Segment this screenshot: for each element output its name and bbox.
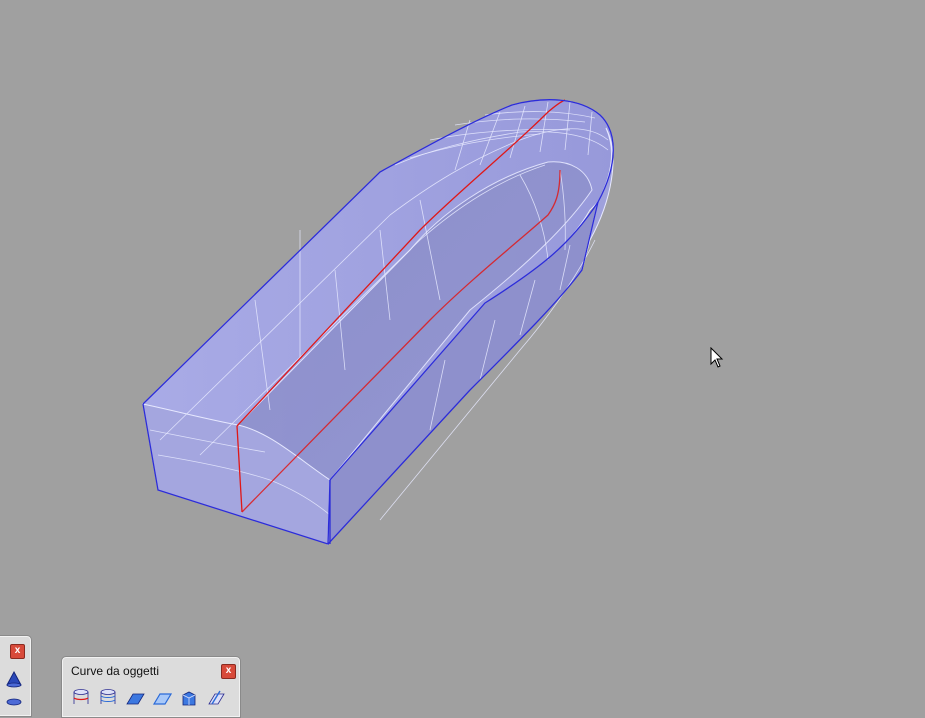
left-toolbar[interactable]: x [0, 635, 32, 717]
surface-outline-icon[interactable] [152, 688, 172, 706]
3d-viewport[interactable] [0, 0, 925, 704]
cone-icon[interactable] [4, 670, 24, 688]
extract-isocurve-icon[interactable] [206, 688, 226, 706]
cylinder-icon[interactable] [4, 694, 24, 712]
cylinder-contour-icon[interactable] [98, 688, 118, 706]
mouse-pointer-icon [710, 346, 724, 369]
cylinder-section-icon[interactable] [71, 688, 91, 706]
hull-model[interactable] [0, 0, 925, 704]
curve-from-objects-toolbar[interactable]: Curve da oggetti x [61, 656, 241, 718]
close-button[interactable]: x [221, 664, 236, 679]
box-edges-icon[interactable] [179, 688, 199, 706]
close-button[interactable]: x [10, 644, 25, 659]
plane-section-icon[interactable] [125, 688, 145, 706]
toolbar-title: Curve da oggetti [71, 664, 160, 678]
